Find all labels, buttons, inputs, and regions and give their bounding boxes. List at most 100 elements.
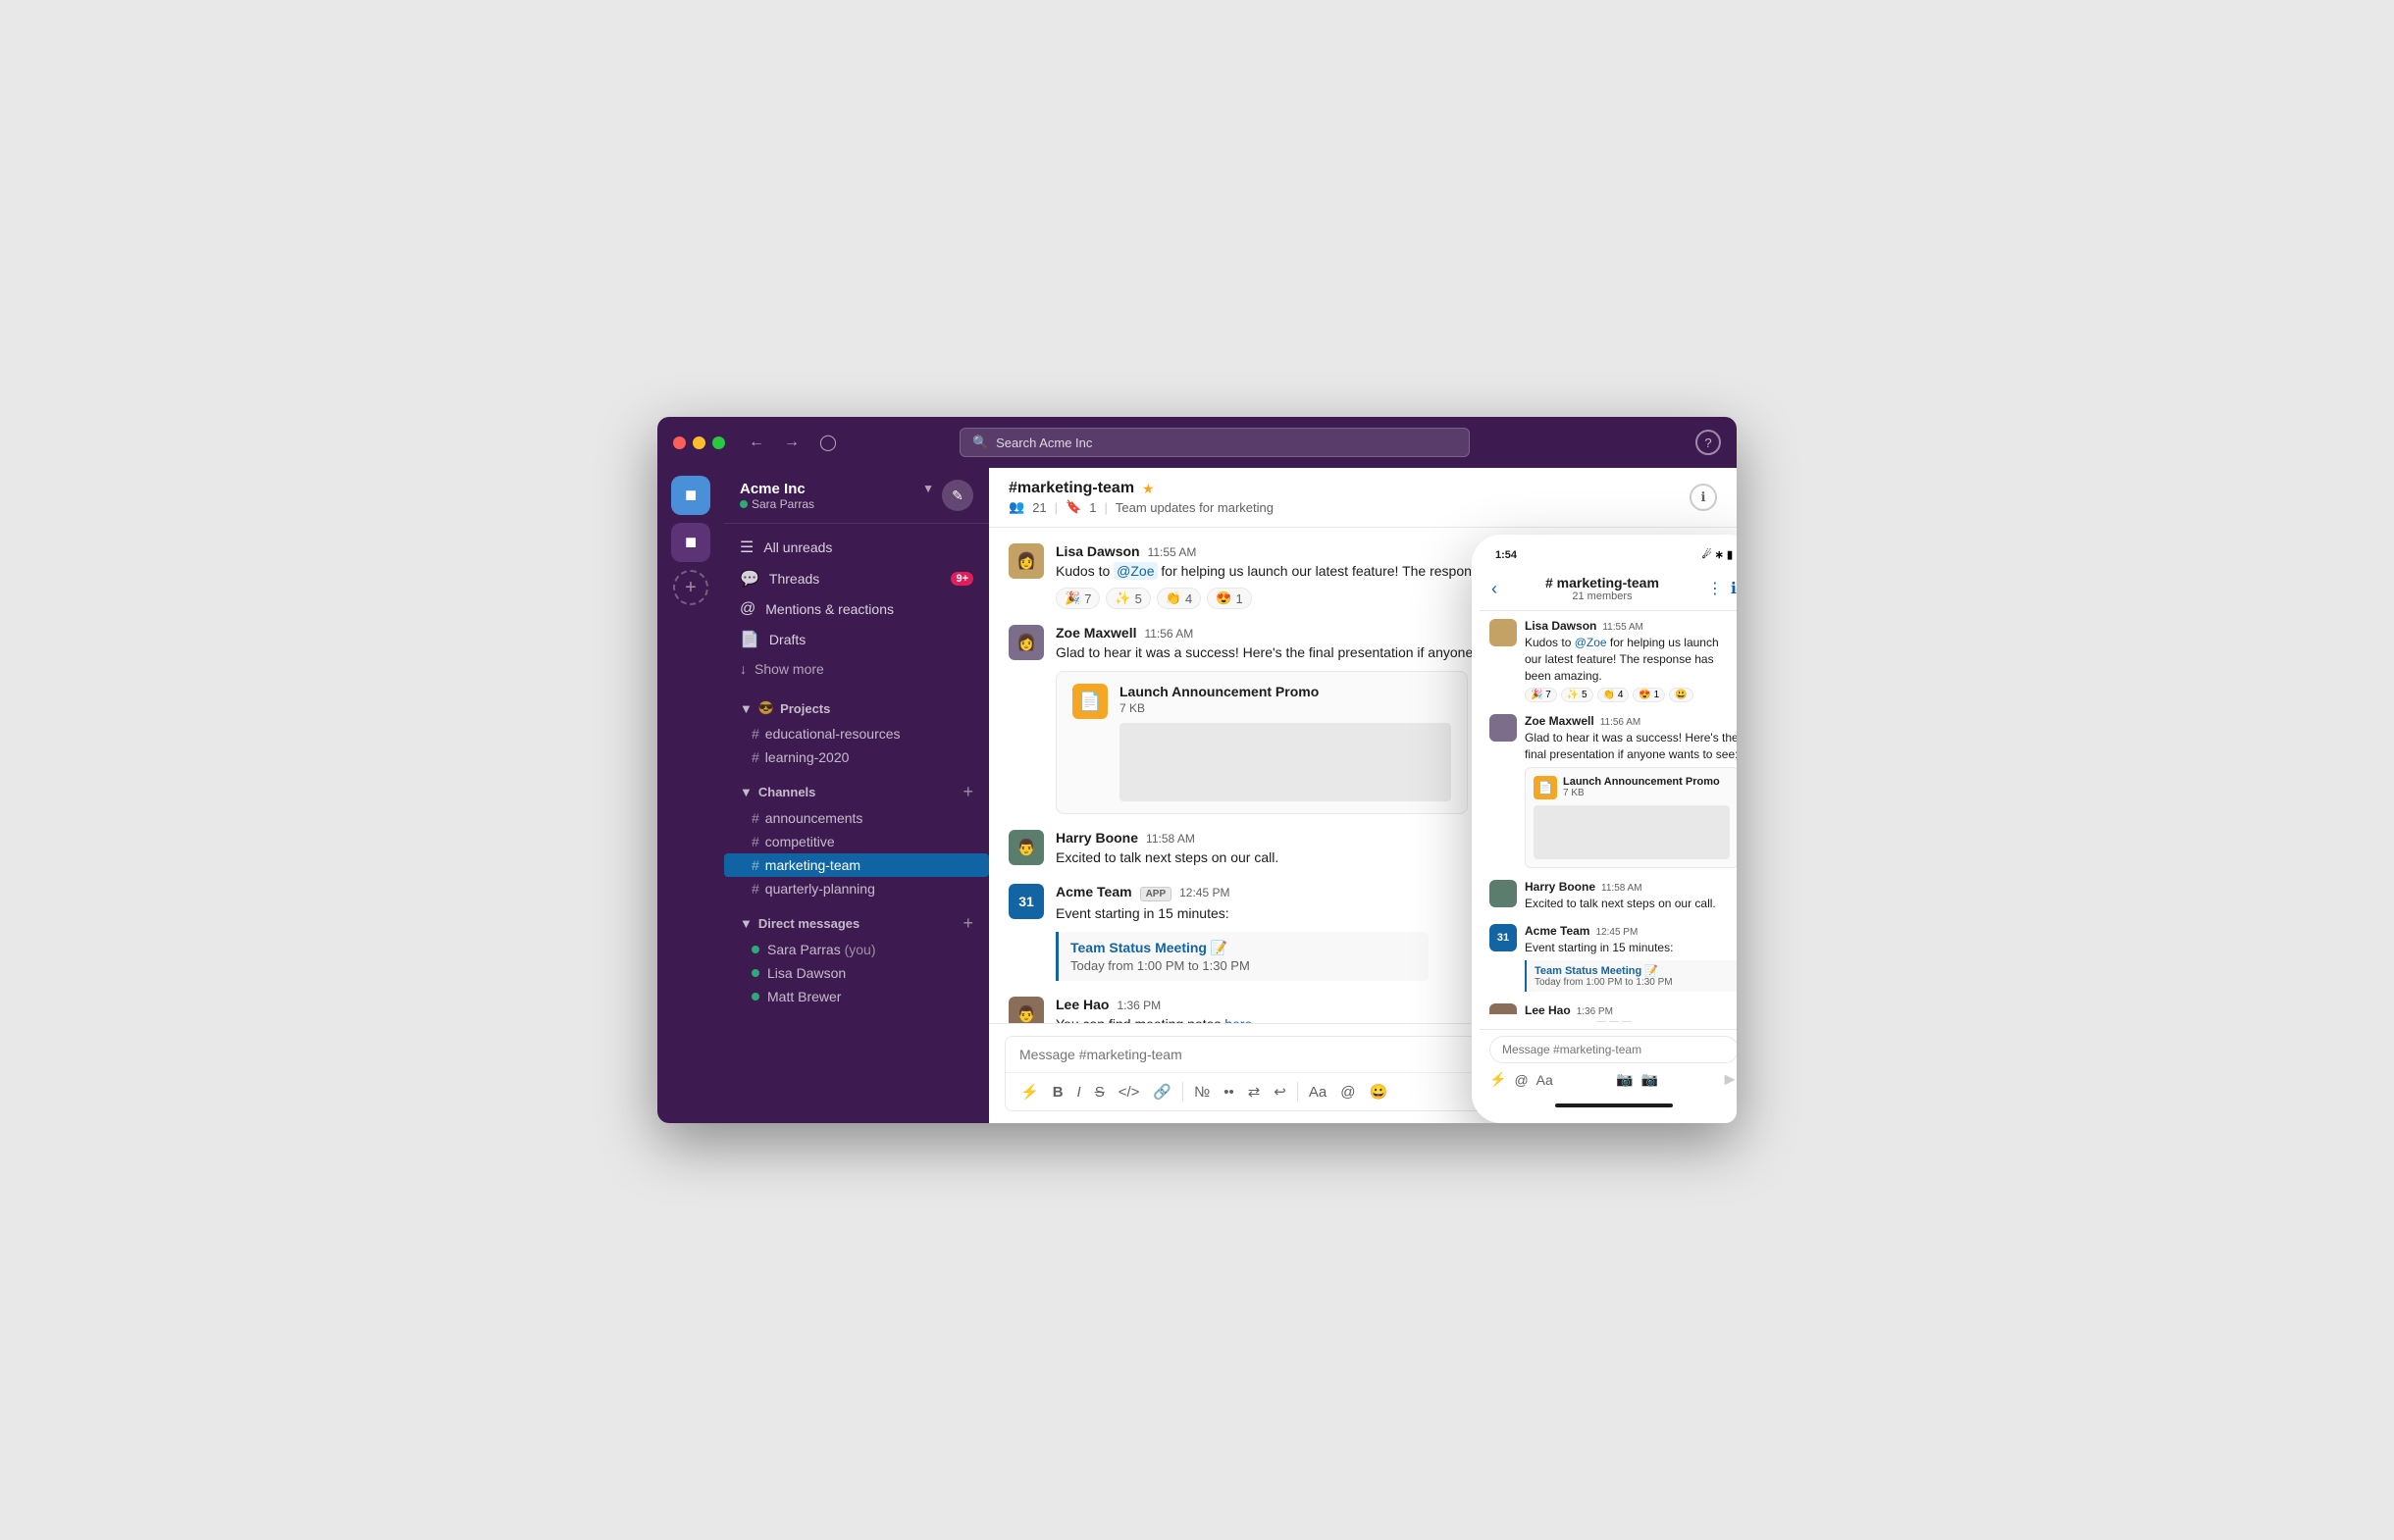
dm-section-header[interactable]: ▼ Direct messages + — [724, 908, 989, 938]
hash-icon: # — [752, 726, 759, 742]
minimize-button[interactable] — [693, 436, 705, 449]
reaction-emoji: ✨ — [1115, 590, 1130, 606]
add-channel-button[interactable]: + — [963, 783, 973, 800]
sidebar: Acme Inc ▼ Sara Parras ✎ ☰ All unreads — [724, 468, 989, 1123]
mobile-message-content: Zoe Maxwell 11:56 AM Glad to hear it was… — [1525, 714, 1737, 868]
channel-title: #marketing-team ★ 👥 21 | 🔖 1 | Team upda… — [1009, 480, 1690, 515]
meeting-notes-link[interactable]: here — [1224, 1016, 1252, 1023]
workspace-header: Acme Inc ▼ Sara Parras ✎ — [724, 468, 989, 524]
workspace-icon-primary[interactable]: ■ — [671, 476, 710, 515]
forward-button[interactable]: → — [780, 430, 804, 455]
message-sender: Lisa Dawson — [1056, 543, 1140, 559]
mobile-send-button[interactable]: ► — [1721, 1069, 1737, 1090]
channel-name: announcements — [765, 810, 863, 826]
mobile-event-card: Team Status Meeting 📝 Today from 1:00 PM… — [1525, 960, 1737, 992]
avatar: 👩 — [1009, 625, 1044, 660]
mobile-back-button[interactable]: ‹ — [1491, 579, 1497, 599]
search-bar[interactable]: 🔍 Search Acme Inc — [960, 428, 1470, 457]
sidebar-item-announcements[interactable]: # announcements — [724, 806, 989, 830]
workspace-icon-secondary[interactable]: ■ — [671, 523, 710, 562]
mobile-message-content: Lisa Dawson 11:55 AM Kudos to @Zoe for h… — [1525, 619, 1737, 702]
online-dot-icon — [752, 969, 759, 977]
sidebar-item-mentions[interactable]: @ Mentions & reactions — [724, 594, 989, 624]
compose-button[interactable]: ✎ — [942, 480, 973, 511]
emoji-button[interactable]: 😀 — [1364, 1079, 1392, 1104]
mobile-mention-button[interactable]: @ — [1514, 1072, 1528, 1088]
sidebar-item-drafts[interactable]: 📄 Drafts — [724, 624, 989, 655]
show-more-button[interactable]: ↓ Show more — [724, 655, 989, 683]
projects-section-header[interactable]: ▼ 😎 Projects — [724, 694, 989, 722]
message-time: 11:55 AM — [1148, 545, 1197, 559]
sidebar-item-quarterly-planning[interactable]: # quarterly-planning — [724, 877, 989, 900]
reaction-emoji: 👏 — [1166, 590, 1181, 606]
message-time: 11:58 AM — [1146, 832, 1195, 846]
add-workspace-button[interactable]: + — [673, 570, 708, 605]
close-button[interactable] — [673, 436, 686, 449]
mobile-text-button[interactable]: Aa — [1536, 1072, 1553, 1088]
sidebar-item-lisa[interactable]: Lisa Dawson — [724, 961, 989, 985]
sidebar-item-matt[interactable]: Matt Brewer — [724, 985, 989, 1008]
sidebar-item-competitive[interactable]: # competitive — [724, 830, 989, 853]
mobile-attach-button[interactable]: 📷 — [1616, 1071, 1633, 1088]
mobile-message-content: Acme Team 12:45 PM Event starting in 15 … — [1525, 924, 1737, 992]
reaction-emoji: 🎉 — [1065, 590, 1080, 606]
reaction-item[interactable]: 🎉 7 — [1056, 588, 1100, 609]
strikethrough-button[interactable]: S — [1090, 1080, 1110, 1104]
projects-section: ▼ 😎 Projects # educational-resources # l… — [724, 691, 989, 773]
history-button[interactable]: ◯ — [815, 429, 841, 456]
file-info: Launch Announcement Promo 7 KB — [1119, 684, 1451, 801]
bold-button[interactable]: B — [1048, 1080, 1068, 1104]
file-preview — [1119, 723, 1451, 801]
sidebar-item-learning-2020[interactable]: # learning-2020 — [724, 745, 989, 769]
message-time: 11:56 AM — [1144, 627, 1193, 641]
help-button[interactable]: ? — [1695, 430, 1721, 455]
lightning-button[interactable]: ⚡ — [1015, 1079, 1044, 1104]
text-size-button[interactable]: Aa — [1304, 1080, 1331, 1104]
unordered-list-button[interactable]: •• — [1219, 1080, 1239, 1104]
channels-section-header[interactable]: ▼ Channels + — [724, 777, 989, 806]
mobile-message-input[interactable] — [1489, 1036, 1737, 1063]
sidebar-item-marketing-team[interactable]: # marketing-team — [724, 853, 989, 877]
indent-button[interactable]: ⇄ — [1243, 1079, 1266, 1104]
channel-info-button[interactable]: ℹ — [1690, 484, 1717, 511]
sidebar-item-threads[interactable]: 💬 Threads 9+ — [724, 563, 989, 594]
mobile-status-bar: 1:54 ☄ ∗ ▮ — [1480, 542, 1737, 567]
mobile-more-button[interactable]: 📷 — [1640, 1071, 1657, 1088]
mention-button[interactable]: @ — [1335, 1080, 1360, 1104]
sidebar-item-educational-resources[interactable]: # educational-resources — [724, 722, 989, 745]
back-button[interactable]: ← — [745, 430, 768, 455]
reaction-item[interactable]: ✨ 5 — [1106, 588, 1150, 609]
mobile-reaction[interactable]: 👏 4 — [1597, 688, 1630, 702]
format-button[interactable]: ↩ — [1269, 1079, 1291, 1104]
mobile-info-icon[interactable]: ℹ — [1731, 579, 1737, 598]
mobile-message-row: Lisa Dawson 11:55 AM Kudos to @Zoe for h… — [1489, 619, 1737, 702]
reaction-emoji: 😍 — [1216, 590, 1231, 606]
mobile-reaction[interactable]: ✨ 5 — [1561, 688, 1593, 702]
maximize-button[interactable] — [712, 436, 725, 449]
reaction-count: 5 — [1135, 591, 1142, 606]
add-dm-button[interactable]: + — [963, 914, 973, 932]
code-button[interactable]: </> — [1114, 1080, 1145, 1104]
reaction-item[interactable]: 👏 4 — [1157, 588, 1201, 609]
mobile-message-header: Harry Boone 11:58 AM — [1525, 880, 1737, 894]
mobile-search-icon[interactable]: ⋮ — [1707, 579, 1723, 598]
reaction-count: 4 — [1185, 591, 1192, 606]
ordered-list-button[interactable]: № — [1189, 1080, 1215, 1104]
sidebar-item-all-unreads[interactable]: ☰ All unreads — [724, 532, 989, 563]
search-placeholder: Search Acme Inc — [996, 436, 1092, 450]
mobile-input-toolbar: ⚡ @ Aa 📷 📷 ► — [1489, 1069, 1737, 1090]
mobile-reaction[interactable]: 😍 1 — [1633, 688, 1665, 702]
italic-button[interactable]: I — [1072, 1080, 1086, 1104]
chevron-down-icon: ▼ — [740, 701, 753, 716]
mobile-message-content: Harry Boone 11:58 AM Excited to talk nex… — [1525, 880, 1737, 912]
mobile-message-row: Harry Boone 11:58 AM Excited to talk nex… — [1489, 880, 1737, 912]
all-unreads-icon: ☰ — [740, 538, 754, 557]
reaction-item[interactable]: 😍 1 — [1207, 588, 1251, 609]
mobile-reaction[interactable]: 🎉 7 — [1525, 688, 1557, 702]
mobile-lightning-button[interactable]: ⚡ — [1489, 1071, 1506, 1088]
sidebar-item-sara[interactable]: Sara Parras (you) — [724, 938, 989, 961]
mobile-add-reaction[interactable]: 😃 — [1669, 688, 1692, 702]
mobile-sender: Harry Boone — [1525, 880, 1595, 894]
link-button[interactable]: 🔗 — [1148, 1079, 1176, 1104]
mobile-message-text: Kudos to @Zoe for helping us launch our … — [1525, 635, 1737, 684]
